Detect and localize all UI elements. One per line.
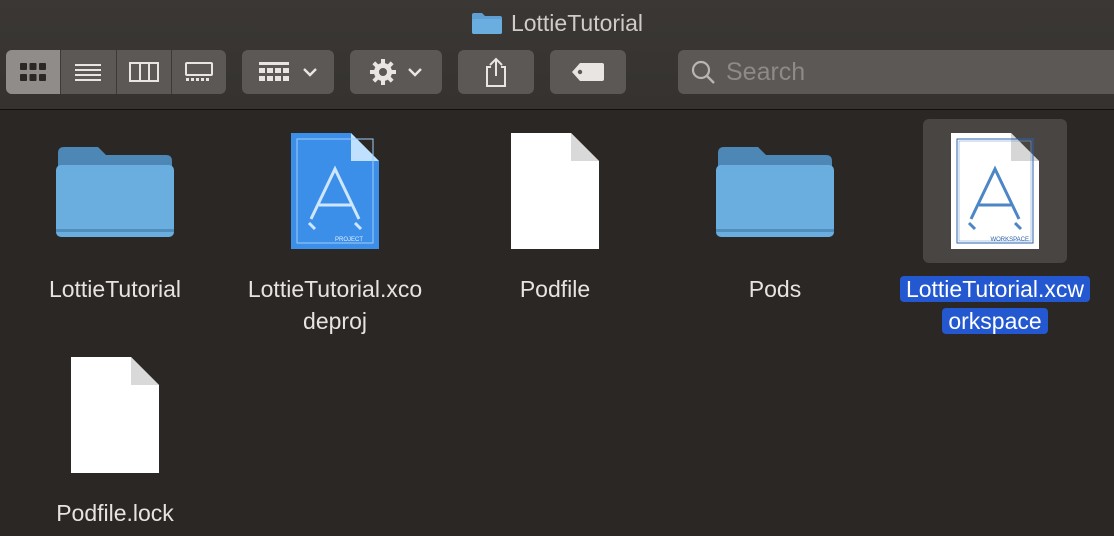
file-name: Podfile.lock: [56, 500, 174, 526]
file-icon-grid: LottieTutorial PROJECT LottieTutorial.xc…: [0, 111, 1114, 536]
file-item-xcworkspace[interactable]: WORKSPACE LottieTutorial.xcw orkspace: [885, 119, 1105, 339]
group-grid-icon: [259, 62, 289, 81]
file-item-xcodeproj[interactable]: PROJECT LottieTutorial.xco deproj: [225, 119, 445, 339]
icon-container: [483, 119, 627, 263]
window-toolbar: LottieTutorial: [0, 0, 1114, 110]
folder-icon: [716, 147, 834, 237]
search-input[interactable]: [726, 57, 1106, 87]
columns-icon: [128, 62, 159, 82]
file-name: LottieTutorial: [48, 276, 182, 302]
tag-button[interactable]: [550, 50, 626, 94]
grid-icon: [20, 63, 47, 81]
file-item-podfile[interactable]: Podfile: [445, 119, 665, 339]
search-field[interactable]: [678, 50, 1114, 94]
window-title: LottieTutorial: [0, 8, 1114, 38]
search-icon: [691, 60, 715, 84]
chevron-down-icon: [408, 68, 422, 77]
project-badge: PROJECT: [335, 237, 363, 243]
group-by-button[interactable]: [242, 50, 334, 94]
file-item-pods[interactable]: Pods: [665, 119, 885, 339]
icon-view-button[interactable]: [6, 50, 62, 94]
file-name: Pods: [748, 276, 802, 302]
icon-container: [703, 119, 847, 263]
icon-container: [43, 119, 187, 263]
file-item-podfile-lock[interactable]: Podfile.lock: [5, 343, 225, 533]
file-name-selected: LottieTutorial.xcw orkspace: [885, 273, 1105, 337]
list-view-button[interactable]: [61, 50, 117, 94]
xcworkspace-icon: WORKSPACE: [951, 133, 1039, 249]
chevron-down-icon: [303, 68, 317, 77]
action-menu-button[interactable]: [350, 50, 442, 94]
file-item-lottietutorial[interactable]: LottieTutorial: [5, 119, 225, 339]
icon-container: [43, 343, 187, 487]
xcodeproj-icon: PROJECT: [291, 133, 379, 249]
workspace-badge: WORKSPACE: [990, 237, 1029, 243]
file-name: Podfile: [519, 276, 591, 302]
gallery-icon: [184, 62, 213, 81]
share-button[interactable]: [458, 50, 534, 94]
view-mode-control: [6, 50, 226, 94]
selection-highlight: WORKSPACE: [923, 119, 1067, 263]
document-icon: [71, 357, 159, 473]
file-name: LottieTutorial.xco deproj: [247, 276, 423, 334]
tag-icon: [572, 63, 604, 81]
icon-container: PROJECT: [263, 119, 407, 263]
list-icon: [75, 64, 102, 81]
folder-icon: [471, 13, 502, 34]
folder-icon: [56, 147, 174, 237]
window-title-text: LottieTutorial: [510, 9, 644, 36]
share-icon: [486, 57, 506, 87]
document-icon: [511, 133, 599, 249]
column-view-button[interactable]: [117, 50, 172, 94]
gallery-view-button[interactable]: [172, 50, 226, 94]
gear-icon: [370, 59, 396, 85]
